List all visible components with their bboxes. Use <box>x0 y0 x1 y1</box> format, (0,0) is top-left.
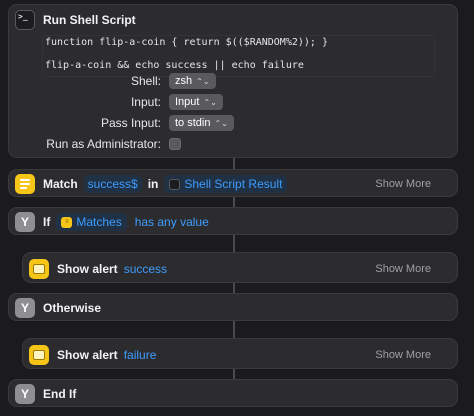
script-line: function flip-a-coin { return $(($RANDOM… <box>45 37 328 48</box>
show-more-button[interactable]: Show More <box>375 178 431 190</box>
pass-input-label: Pass Input: <box>100 116 161 130</box>
run-admin-checkbox[interactable] <box>169 138 181 150</box>
alert-message-token[interactable]: failure <box>120 346 161 364</box>
action-title: If <box>43 215 51 229</box>
branch-icon: Y <box>15 212 35 232</box>
action-title: Otherwise <box>43 301 102 315</box>
text-lines-icon <box>15 174 35 194</box>
action-title: End If <box>43 387 77 401</box>
match-action[interactable]: Match success$ in Shell Script Result Sh… <box>8 169 458 197</box>
matches-variable[interactable]: ≡ Matches <box>56 213 127 231</box>
script-line: flip-a-coin && echo success || echo fail… <box>45 60 304 71</box>
variable-label: Matches <box>76 215 122 229</box>
terminal-icon <box>169 178 181 190</box>
if-action[interactable]: Y If ≡ Matches has any value <box>8 207 458 235</box>
shell-value: zsh <box>175 75 193 87</box>
shell-result-variable[interactable]: Shell Script Result <box>164 175 288 193</box>
pass-input-popup[interactable]: to stdin ⌃⌄ <box>169 115 234 131</box>
show-more-button[interactable]: Show More <box>375 349 431 361</box>
alert-icon <box>29 259 49 279</box>
action-title: Show alert <box>57 348 118 362</box>
action-title: Show alert <box>57 262 118 276</box>
branch-icon: Y <box>15 298 35 318</box>
input-value: Input <box>175 96 200 108</box>
end-if-action[interactable]: Y End If <box>8 379 458 407</box>
alert-icon <box>29 345 49 365</box>
input-popup[interactable]: Input ⌃⌄ <box>169 94 223 110</box>
show-alert-success-action[interactable]: Show alert success Show More <box>22 252 458 283</box>
terminal-icon: >_ <box>15 10 35 30</box>
connector-line <box>233 320 235 338</box>
connector-line <box>233 283 235 293</box>
script-editor[interactable]: function flip-a-coin { return $(($RANDOM… <box>42 35 435 77</box>
action-title: Match <box>43 177 78 191</box>
chevron-updown-icon: ⌃⌄ <box>203 97 217 107</box>
connector-line <box>233 197 235 207</box>
branch-icon: Y <box>15 384 35 404</box>
shell-popup[interactable]: zsh ⌃⌄ <box>169 73 216 89</box>
action-title: Run Shell Script <box>43 13 136 27</box>
connector-line <box>233 234 235 252</box>
connector-line <box>233 369 235 379</box>
chevron-updown-icon: ⌃⌄ <box>196 76 210 86</box>
shell-label: Shell: <box>130 74 161 88</box>
variable-label: Shell Script Result <box>184 177 283 191</box>
condition-token[interactable]: has any value <box>131 213 213 231</box>
show-more-button[interactable]: Show More <box>375 263 431 275</box>
otherwise-action[interactable]: Y Otherwise <box>8 293 458 321</box>
text-lines-icon: ≡ <box>61 216 73 228</box>
in-word: in <box>147 177 159 191</box>
chevron-updown-icon: ⌃⌄ <box>214 118 228 128</box>
match-pattern-token[interactable]: success$ <box>83 175 142 193</box>
pass-input-value: to stdin <box>175 117 211 129</box>
run-admin-label: Run as Administrator: <box>46 137 161 151</box>
run-shell-script-action[interactable]: >_ Run Shell Script function flip-a-coin… <box>8 4 458 158</box>
input-label: Input: <box>130 95 161 109</box>
show-alert-failure-action[interactable]: Show alert failure Show More <box>22 338 458 369</box>
alert-message-token[interactable]: success <box>120 260 171 278</box>
